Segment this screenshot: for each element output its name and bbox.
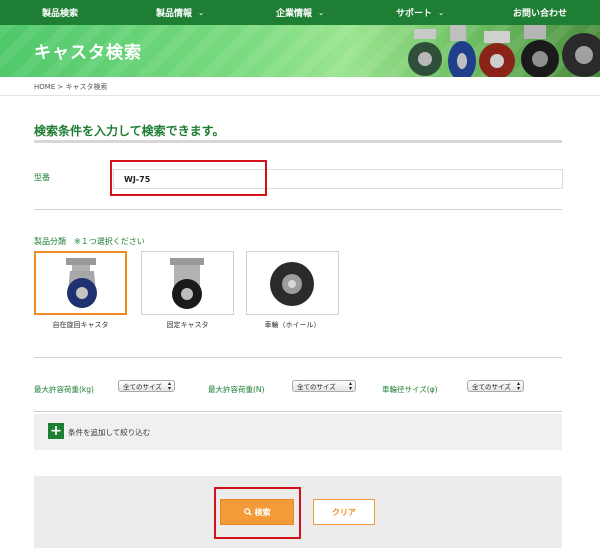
- category-option-fixed[interactable]: [141, 251, 234, 315]
- nav-label: 企業情報: [276, 9, 313, 19]
- category-caption: 固定キャスタ: [166, 321, 209, 329]
- nav-item-contact[interactable]: お問い合わせ: [480, 0, 600, 25]
- nav-item-support[interactable]: サポート ⌄: [360, 0, 480, 25]
- add-condition-label: 条件を追加して絞り込む: [68, 428, 151, 437]
- chevron-down-icon: ⌄: [318, 8, 324, 17]
- divider: [34, 209, 562, 210]
- search-icon: [243, 508, 252, 516]
- filter-label-load-kg: 最大許容荷重(kg): [34, 385, 94, 394]
- nav-item-product-search[interactable]: 製品検索: [0, 0, 120, 25]
- divider: [34, 357, 562, 358]
- nav-item-product-info[interactable]: 製品情報 ⌄: [120, 0, 240, 25]
- load-kg-select[interactable]: 全てのサイズ ▴ ▾: [118, 380, 175, 392]
- top-navigation: 製品検索 製品情報 ⌄ 企業情報 ⌄ サポート ⌄ お問い合わせ: [0, 0, 600, 25]
- model-number-label: 型番: [34, 173, 50, 182]
- clear-button[interactable]: クリア: [313, 499, 375, 525]
- breadcrumb[interactable]: HOME > キャスタ検索: [34, 82, 108, 92]
- plus-icon: +: [48, 423, 64, 439]
- select-value: 全てのサイズ: [123, 383, 162, 391]
- swivel-caster-image: [66, 258, 97, 308]
- divider: [34, 411, 562, 412]
- fixed-caster-image: [170, 258, 204, 309]
- nav-label: 製品検索: [41, 9, 78, 19]
- divider: [34, 140, 562, 143]
- page-banner: キャスタ検索: [0, 25, 600, 77]
- filter-label-wheel-diameter: 車輪径サイズ(φ): [382, 385, 438, 394]
- nav-item-company-info[interactable]: 企業情報 ⌄: [240, 0, 360, 25]
- select-arrows-icon: ▴ ▾: [348, 380, 352, 392]
- search-button-label: 検索: [254, 507, 271, 517]
- filter-label-load-n: 最大許容荷重(N): [208, 385, 265, 394]
- category-label: 製品分類 ※１つ選択ください: [34, 237, 145, 246]
- nav-label: サポート: [396, 9, 433, 19]
- form-heading: 検索条件を入力して検索できます。: [34, 124, 225, 138]
- page-title: キャスタ検索: [34, 43, 142, 63]
- wheel-image: [270, 262, 314, 306]
- action-area: [34, 476, 562, 548]
- category-caption: 車輪（ホイール）: [264, 321, 321, 329]
- category-option-wheel[interactable]: [246, 251, 339, 315]
- chevron-down-icon: ⌄: [438, 8, 444, 17]
- wheel-diameter-select[interactable]: 全てのサイズ ▴ ▾: [467, 380, 524, 392]
- select-value: 全てのサイズ: [472, 383, 511, 391]
- model-number-input[interactable]: [113, 169, 563, 189]
- chevron-down-icon: ⌄: [198, 8, 204, 17]
- category-caption: 自在旋回キャスタ: [52, 321, 109, 329]
- select-arrows-icon: ▴ ▾: [167, 380, 171, 392]
- select-value: 全てのサイズ: [297, 383, 336, 391]
- divider: [0, 95, 600, 96]
- nav-label: お問い合わせ: [512, 9, 567, 19]
- nav-label: 製品情報: [156, 9, 193, 19]
- caster-wheels-image: [408, 25, 600, 77]
- add-condition-button[interactable]: + 条件を追加して絞り込む: [34, 414, 562, 450]
- select-arrows-icon: ▴ ▾: [516, 380, 520, 392]
- search-button[interactable]: 検索: [220, 499, 294, 525]
- category-option-swivel[interactable]: [34, 251, 127, 315]
- clear-button-label: クリア: [332, 507, 356, 517]
- load-n-select[interactable]: 全てのサイズ ▴ ▾: [292, 380, 356, 392]
